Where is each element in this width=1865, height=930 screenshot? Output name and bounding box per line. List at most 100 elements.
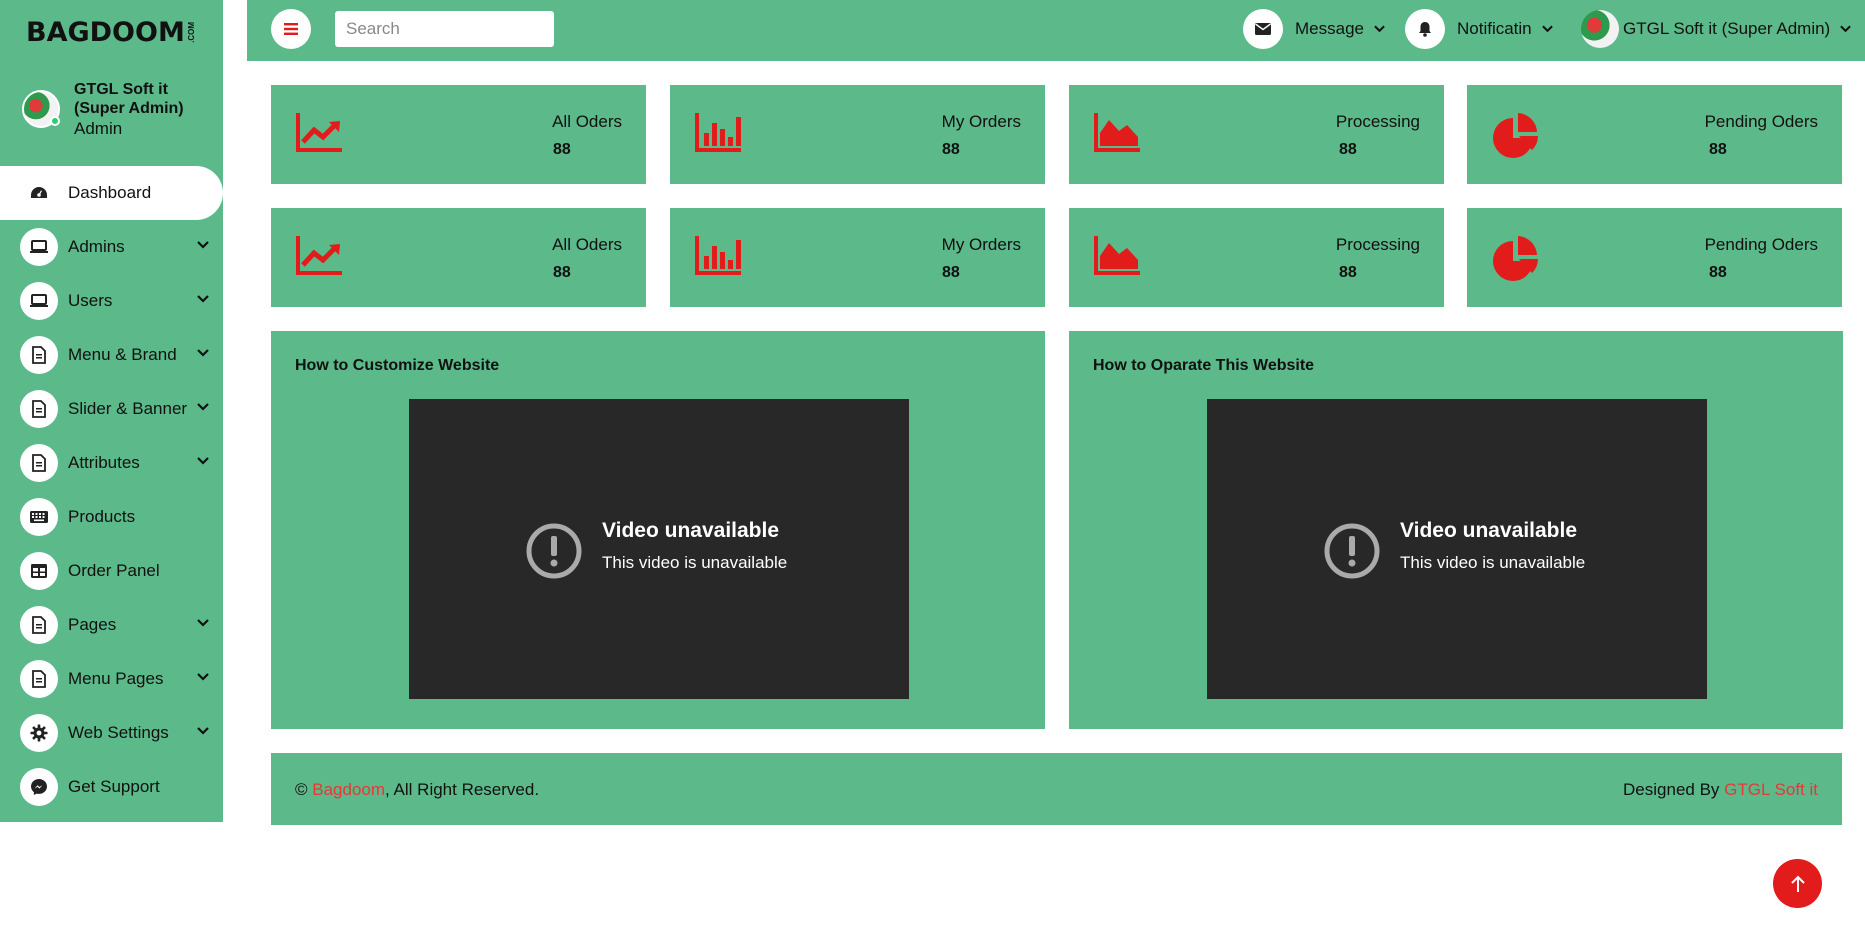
chevron-down-icon — [197, 403, 209, 411]
stat-card[interactable]: My Orders 88 — [670, 208, 1045, 307]
stat-card[interactable]: My Orders 88 — [670, 85, 1045, 184]
document-icon — [20, 606, 58, 644]
pie-chart-icon — [1493, 113, 1538, 158]
laptop-icon — [20, 282, 58, 320]
laptop-icon — [20, 228, 58, 266]
sidebar-item-attributes[interactable]: Attributes — [0, 436, 223, 490]
scroll-to-top-button[interactable] — [1773, 859, 1822, 908]
envelope-icon — [1243, 9, 1283, 49]
panel-title: How to Customize Website — [295, 357, 500, 374]
sidebar-item-label: Products — [68, 507, 136, 526]
hamburger-menu-button[interactable] — [271, 9, 311, 49]
stat-card[interactable]: All Oders 88 — [271, 85, 646, 184]
video-player[interactable]: Video unavailable This video is unavaila… — [409, 399, 909, 699]
user-label: GTGL Soft it (Super Admin) — [1623, 19, 1831, 38]
gear-icon — [20, 714, 58, 752]
chevron-down-icon — [1541, 25, 1553, 33]
stat-label: All Oders — [552, 112, 622, 131]
trend-up-icon — [296, 236, 342, 275]
sidebar-item-label: Users — [68, 291, 113, 310]
sidebar: BAGDOOM .COM GTGL Soft it (Super Admin) … — [0, 0, 223, 822]
messenger-icon — [20, 768, 58, 806]
sidebar-item-menu-pages[interactable]: Menu Pages — [0, 652, 223, 706]
message-label: Message — [1295, 19, 1364, 38]
sidebar-item-get-support[interactable]: Get Support — [0, 760, 223, 814]
sidebar-item-admins[interactable]: Admins — [0, 220, 223, 274]
video-panel: How to Customize Website Video unavailab… — [271, 331, 1045, 729]
user-dropdown[interactable]: GTGL Soft it (Super Admin) — [1581, 9, 1852, 49]
stat-card[interactable]: Pending Oders 88 — [1467, 85, 1842, 184]
sidebar-profile: GTGL Soft it (Super Admin) Admin — [0, 64, 223, 166]
sidebar-item-label: Dashboard — [68, 183, 152, 202]
video-title: Video unavailable — [602, 519, 780, 542]
trend-up-icon — [296, 113, 342, 152]
stat-value: 88 — [1339, 264, 1357, 281]
stat-value: 88 — [553, 141, 571, 158]
sidebar-item-label: Menu & Brand — [68, 345, 177, 364]
bell-icon — [1405, 9, 1445, 49]
notification-dropdown[interactable]: Notificatin — [1405, 9, 1553, 49]
chevron-down-icon — [197, 295, 209, 303]
warning-icon — [526, 523, 582, 579]
sidebar-item-slider-banner[interactable]: Slider & Banner — [0, 382, 223, 436]
chevron-down-icon — [1374, 25, 1385, 33]
stat-card[interactable]: Processing 88 — [1069, 208, 1444, 307]
chevron-down-icon — [197, 457, 209, 465]
stat-card[interactable]: All Oders 88 — [271, 208, 646, 307]
avatar — [22, 90, 60, 128]
video-panel: How to Oparate This Website Video unavai… — [1069, 331, 1843, 729]
stat-label: Processing — [1335, 235, 1420, 254]
area-chart-icon — [1094, 113, 1140, 152]
video-subtitle: This video is unavailable — [1400, 553, 1586, 572]
stat-label: Pending Oders — [1704, 112, 1818, 131]
stat-value: 88 — [1709, 141, 1727, 158]
copyright-symbol: © — [295, 780, 308, 799]
brand-name: BAGDOOM — [26, 16, 185, 48]
hamburger-icon — [284, 23, 298, 35]
stat-label: Processing — [1335, 112, 1420, 131]
stat-label: My Orders — [941, 235, 1021, 254]
warning-icon — [1324, 523, 1380, 579]
designer-link[interactable]: GTGL Soft it — [1724, 780, 1818, 799]
table-icon — [20, 552, 58, 590]
keyboard-icon — [20, 498, 58, 536]
designed-by-label: Designed By — [1623, 780, 1725, 799]
document-icon — [20, 390, 58, 428]
stat-value: 88 — [942, 141, 960, 158]
stat-label: My Orders — [941, 112, 1021, 131]
sidebar-item-label: Order Panel — [68, 561, 160, 580]
sidebar-item-label: Web Settings — [68, 723, 169, 742]
stat-card[interactable]: Pending Oders 88 — [1467, 208, 1842, 307]
video-subtitle: This video is unavailable — [602, 553, 788, 572]
topbar: Message Notificatin GTGL Soft it (Super … — [247, 0, 1865, 61]
sidebar-item-order-panel[interactable]: Order Panel — [0, 544, 223, 598]
footer: © Bagdoom, All Right Reserved. Designed … — [271, 753, 1842, 825]
pie-chart-icon — [1493, 236, 1538, 281]
profile-name: GTGL Soft it (Super Admin) — [74, 81, 184, 117]
sidebar-item-web-settings[interactable]: Web Settings — [0, 706, 223, 760]
video-player[interactable]: Video unavailable This video is unavaila… — [1207, 399, 1707, 699]
document-icon — [20, 660, 58, 698]
sidebar-item-label: Get Support — [68, 777, 160, 796]
sidebar-item-pages[interactable]: Pages — [0, 598, 223, 652]
sidebar-item-label: Menu Pages — [68, 669, 164, 688]
sidebar-item-label: Attributes — [68, 453, 140, 472]
sidebar-item-label: Slider & Banner — [68, 399, 188, 418]
document-icon — [20, 444, 58, 482]
stat-label: All Oders — [552, 235, 622, 254]
notification-label: Notificatin — [1457, 19, 1532, 38]
bar-chart-icon — [695, 113, 741, 152]
sidebar-item-label: Pages — [68, 615, 117, 634]
stat-card[interactable]: Processing 88 — [1069, 85, 1444, 184]
chevron-down-icon — [197, 349, 209, 357]
rights-text: , All Right Reserved. — [385, 780, 540, 799]
sidebar-item-dashboard[interactable]: Dashboard — [0, 166, 223, 220]
message-dropdown[interactable]: Message — [1243, 9, 1385, 49]
search-input[interactable] — [335, 11, 554, 47]
chevron-down-icon — [197, 727, 209, 735]
sidebar-item-users[interactable]: Users — [0, 274, 223, 328]
sidebar-item-products[interactable]: Products — [0, 490, 223, 544]
brand-logo[interactable]: BAGDOOM .COM — [0, 0, 223, 64]
sidebar-item-menu-brand[interactable]: Menu & Brand — [0, 328, 223, 382]
brand-link[interactable]: Bagdoom — [312, 780, 385, 799]
